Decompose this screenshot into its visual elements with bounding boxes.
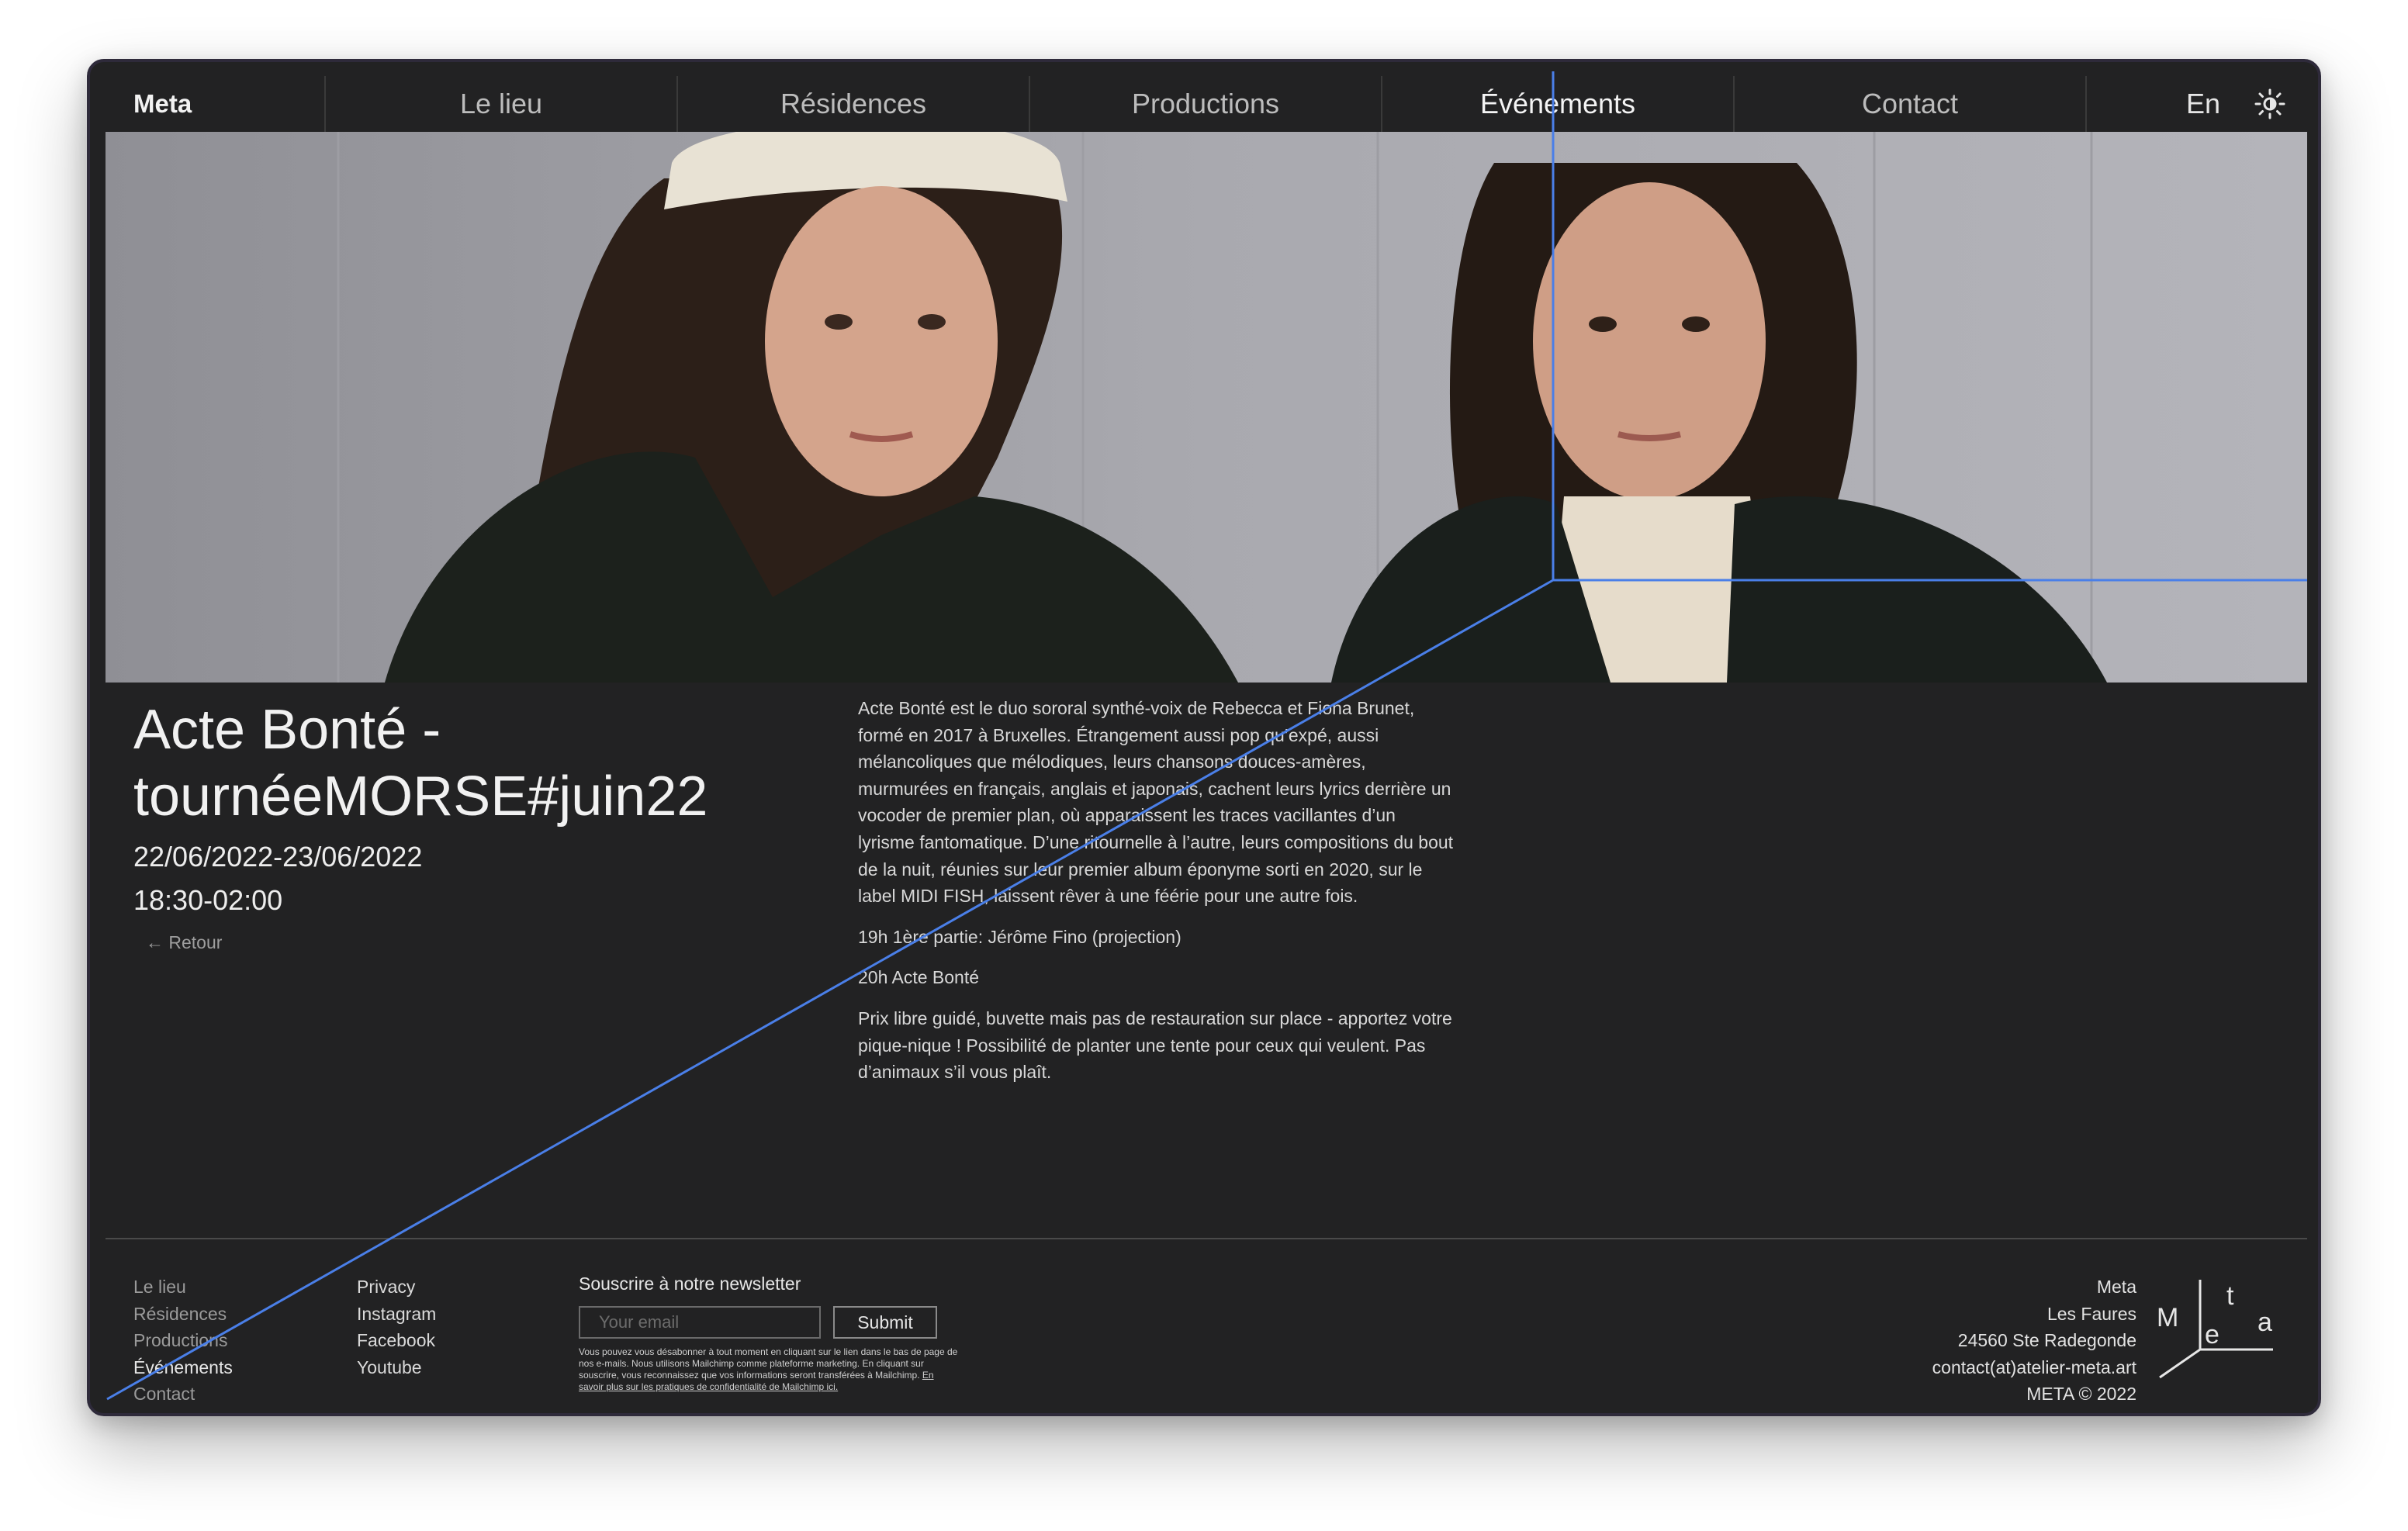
logo-letter: a xyxy=(2258,1308,2272,1337)
footer-link-evenements[interactable]: Événements xyxy=(133,1354,233,1381)
footer-link-productions[interactable]: Productions xyxy=(133,1327,233,1354)
footer-address: Meta Les Faures 24560 Ste Radegonde cont… xyxy=(1932,1274,2136,1408)
newsletter-email-input[interactable] xyxy=(579,1306,821,1339)
nav-item-contact[interactable]: Contact xyxy=(1735,76,2087,132)
footer-divider xyxy=(106,1238,2307,1239)
address-name: Meta xyxy=(2096,1277,2136,1297)
duo-portrait-image xyxy=(106,132,2307,683)
address-place: Les Faures xyxy=(2046,1303,2136,1324)
sun-icon[interactable] xyxy=(2254,88,2285,119)
logo-letter: M xyxy=(2157,1303,2178,1332)
language-switch[interactable]: En xyxy=(2186,88,2220,120)
footer-link-contact[interactable]: Contact xyxy=(133,1381,233,1408)
copyright: META © 2022 xyxy=(2026,1384,2136,1405)
newsletter-submit-button[interactable]: Submit xyxy=(833,1306,937,1339)
description-paragraph: Prix libre guidé, buvette mais pas de re… xyxy=(858,1007,1452,1083)
event-time: 18:30-02:00 xyxy=(133,884,283,916)
footer-nav: Le lieu Résidences Productions Événement… xyxy=(133,1274,233,1408)
brand-logo-text[interactable]: Meta xyxy=(106,76,326,132)
description-paragraph: Acte Bonté est le duo sororal synthé-voi… xyxy=(858,698,1454,907)
footer-link-privacy[interactable]: Privacy xyxy=(357,1274,436,1301)
footer-link-residences[interactable]: Résidences xyxy=(133,1301,233,1328)
address-email[interactable]: contact(at)atelier-meta.art xyxy=(1932,1354,2136,1381)
event-dates: 22/06/2022-23/06/2022 xyxy=(133,841,423,873)
address-city: 24560 Ste Radegonde xyxy=(1957,1330,2136,1351)
footer-link-youtube[interactable]: Youtube xyxy=(357,1354,436,1381)
browser-window: Meta Le lieu Résidences Productions Évén… xyxy=(87,59,2321,1416)
nav-item-evenements[interactable]: Événements xyxy=(1382,76,1735,132)
footer-link-le-lieu[interactable]: Le lieu xyxy=(133,1274,233,1301)
nav-item-residences[interactable]: Résidences xyxy=(678,76,1030,132)
meta-logo[interactable]: M e t a xyxy=(2157,1277,2278,1382)
event-description: Acte Bonté est le duo sororal synthé-voi… xyxy=(858,695,1455,1100)
newsletter-title: Souscrire à notre newsletter xyxy=(579,1274,801,1294)
newsletter-legal: Vous pouvez vous désabonner à tout momen… xyxy=(579,1346,959,1393)
nav-item-productions[interactable]: Productions xyxy=(1030,76,1382,132)
legal-text: Vous pouvez vous désabonner à tout momen… xyxy=(579,1346,958,1381)
event-title: Acte Bonté - tournéeMORSE#juin22 xyxy=(133,699,708,828)
logo-letter: t xyxy=(2226,1281,2234,1311)
logo-letter: e xyxy=(2205,1320,2219,1350)
main-nav: Meta Le lieu Résidences Productions Évén… xyxy=(106,76,2307,133)
nav-right: En xyxy=(2087,76,2307,132)
hero-photo xyxy=(106,132,2307,683)
footer-link-facebook[interactable]: Facebook xyxy=(357,1327,436,1354)
footer-link-instagram[interactable]: Instagram xyxy=(357,1301,436,1328)
back-link[interactable]: ← Retour xyxy=(146,932,222,953)
description-paragraph: 19h 1ère partie: Jérôme Fino (projection… xyxy=(858,926,1182,947)
nav-item-le-lieu[interactable]: Le lieu xyxy=(326,76,678,132)
footer-social: Privacy Instagram Facebook Youtube xyxy=(357,1274,436,1381)
description-paragraph: 20h Acte Bonté xyxy=(858,967,980,988)
